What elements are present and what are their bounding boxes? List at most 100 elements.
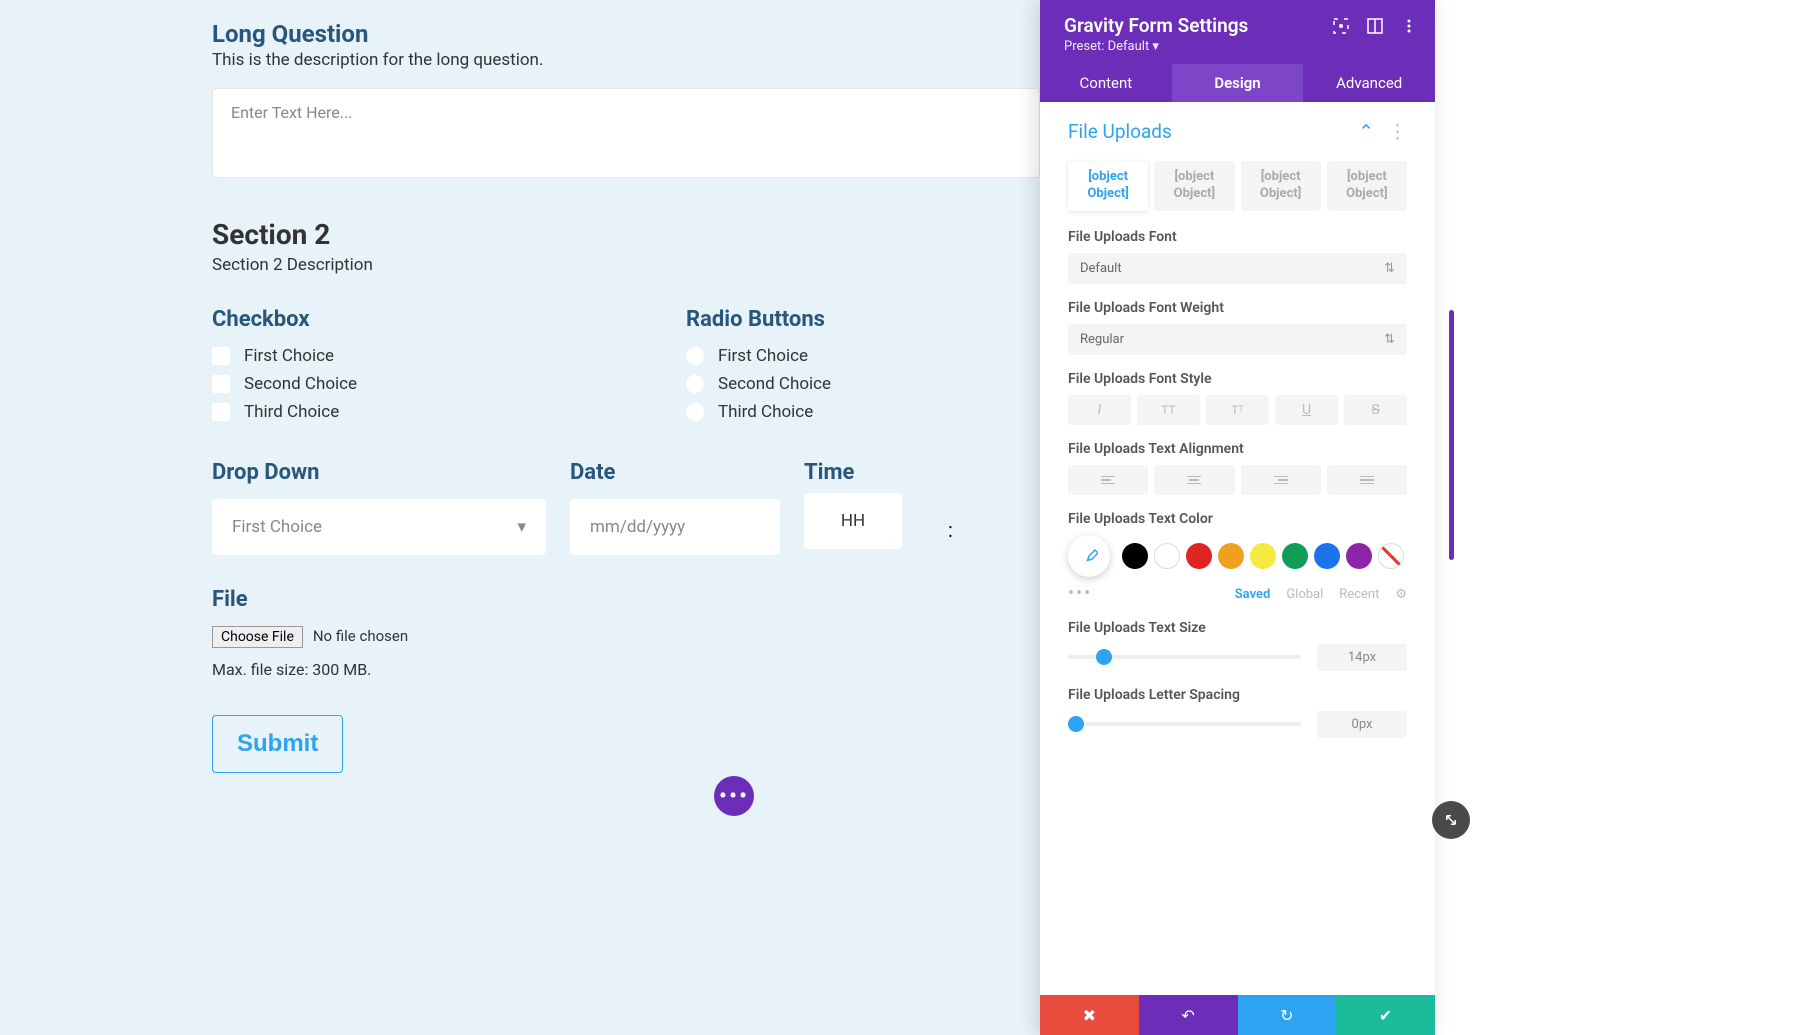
align-right-button[interactable] (1241, 465, 1321, 495)
obj-tab-1[interactable]: [object Object] (1154, 161, 1234, 211)
obj-tab-2[interactable]: [object Object] (1241, 161, 1321, 211)
tab-advanced[interactable]: Advanced (1303, 64, 1435, 102)
strikethrough-button[interactable]: S (1344, 395, 1407, 425)
swatch-purple[interactable] (1346, 543, 1372, 569)
swatch-green[interactable] (1282, 543, 1308, 569)
swatch-transparent[interactable] (1378, 543, 1404, 569)
radio-1[interactable] (686, 347, 704, 365)
color-picker-button[interactable] (1068, 535, 1110, 577)
swatch-white[interactable] (1154, 543, 1180, 569)
align-left-button[interactable] (1068, 465, 1148, 495)
long-question-desc: This is the description for the long que… (212, 50, 1040, 70)
letter-spacing-slider[interactable] (1068, 722, 1301, 726)
align-label: File Uploads Text Alignment (1068, 441, 1407, 457)
checkbox-3-label: Third Choice (244, 402, 339, 422)
select-arrow-icon: ⇅ (1384, 332, 1395, 347)
submit-button[interactable]: Submit (212, 715, 343, 773)
underline-button[interactable]: U (1275, 395, 1338, 425)
tab-content[interactable]: Content (1040, 64, 1172, 102)
more-dots-icon[interactable]: ••• (1068, 583, 1092, 604)
dropdown-value: First Choice (232, 517, 322, 537)
checkbox-2-label: Second Choice (244, 374, 357, 394)
resize-handle[interactable] (1432, 801, 1470, 839)
file-label: File (212, 587, 1040, 612)
weight-select[interactable]: Regular ⇅ (1068, 324, 1407, 355)
swatch-yellow[interactable] (1250, 543, 1276, 569)
swatch-orange[interactable] (1218, 543, 1244, 569)
align-justify-button[interactable] (1327, 465, 1407, 495)
redo-button[interactable]: ↻ (1238, 995, 1337, 1035)
checkbox-2[interactable] (212, 375, 230, 393)
checkbox-3[interactable] (212, 403, 230, 421)
file-hint: Max. file size: 300 MB. (212, 660, 1040, 679)
date-label: Date (570, 460, 780, 485)
long-question-title: Long Question (212, 20, 1040, 48)
select-arrow-icon: ⇅ (1384, 261, 1395, 276)
preset-selector[interactable]: Preset: Default ▾ (1064, 39, 1248, 54)
file-status: No file chosen (313, 627, 408, 645)
tab-design[interactable]: Design (1172, 64, 1304, 102)
font-label: File Uploads Font (1068, 229, 1407, 245)
panel-header: Gravity Form Settings Preset: Default ▾ (1040, 0, 1435, 64)
panel-body: File Uploads ⌃ ⋮ [object Object] [object… (1040, 102, 1435, 995)
size-label: File Uploads Text Size (1068, 620, 1407, 636)
time-separator: : (938, 518, 953, 542)
settings-panel: Gravity Form Settings Preset: Default ▾ … (1040, 0, 1435, 1035)
obj-tab-3[interactable]: [object Object] (1327, 161, 1407, 211)
swatch-tab-saved[interactable]: Saved (1235, 587, 1271, 602)
radio-2[interactable] (686, 375, 704, 393)
action-bar: ✖ ↶ ↻ ✔ (1040, 995, 1435, 1035)
style-label: File Uploads Font Style (1068, 371, 1407, 387)
radio-2-label: Second Choice (718, 374, 831, 394)
section-file-uploads[interactable]: File Uploads ⌃ ⋮ (1068, 120, 1407, 143)
weight-value: Regular (1080, 332, 1124, 347)
uppercase-button[interactable]: TT (1137, 395, 1200, 425)
radio-3[interactable] (686, 403, 704, 421)
more-icon[interactable] (1401, 18, 1417, 34)
gear-icon[interactable]: ⚙ (1395, 587, 1407, 602)
layout-icon[interactable] (1367, 18, 1383, 34)
choose-file-button[interactable]: Choose File (212, 626, 303, 648)
spacing-label: File Uploads Letter Spacing (1068, 687, 1407, 703)
section-2-title: Section 2 (212, 218, 1040, 251)
checkbox-1[interactable] (212, 347, 230, 365)
text-size-value[interactable]: 14px (1317, 644, 1407, 671)
swatch-black[interactable] (1122, 543, 1148, 569)
floating-action-button[interactable]: ••• (714, 776, 754, 816)
object-tabs: [object Object] [object Object] [object … (1068, 161, 1407, 211)
section-more-icon[interactable]: ⋮ (1388, 120, 1407, 143)
letter-spacing-value[interactable]: 0px (1317, 711, 1407, 738)
scrollbar-indicator[interactable] (1449, 310, 1454, 560)
font-select[interactable]: Default ⇅ (1068, 253, 1407, 284)
checkbox-1-label: First Choice (244, 346, 334, 366)
time-hh-input[interactable]: HH (804, 493, 902, 549)
panel-title: Gravity Form Settings (1064, 14, 1248, 37)
radio-3-label: Third Choice (718, 402, 813, 422)
background-right (1435, 0, 1800, 1035)
smallcaps-button[interactable]: TT (1206, 395, 1269, 425)
section-2-desc: Section 2 Description (212, 255, 1040, 275)
time-label: Time (804, 460, 914, 485)
confirm-button[interactable]: ✔ (1336, 995, 1435, 1035)
dropdown-select[interactable]: First Choice ▾ (212, 499, 546, 555)
align-center-button[interactable] (1154, 465, 1234, 495)
undo-button[interactable]: ↶ (1139, 995, 1238, 1035)
chevron-down-icon: ▾ (517, 517, 526, 537)
swatch-tab-recent[interactable]: Recent (1339, 587, 1379, 602)
chevron-up-icon[interactable]: ⌃ (1358, 120, 1374, 143)
font-value: Default (1080, 261, 1122, 276)
date-input[interactable]: mm/dd/yyyy (570, 499, 780, 555)
swatch-blue[interactable] (1314, 543, 1340, 569)
focus-icon[interactable] (1333, 18, 1349, 34)
long-question-input[interactable]: Enter Text Here... (212, 88, 1040, 178)
section-title: File Uploads (1068, 120, 1172, 143)
form-preview: Long Question This is the description fo… (0, 0, 1040, 1035)
swatch-tab-global[interactable]: Global (1286, 587, 1323, 602)
swatch-red[interactable] (1186, 543, 1212, 569)
obj-tab-0[interactable]: [object Object] (1068, 161, 1148, 211)
cancel-button[interactable]: ✖ (1040, 995, 1139, 1035)
text-size-slider[interactable] (1068, 655, 1301, 659)
color-label: File Uploads Text Color (1068, 511, 1407, 527)
radio-1-label: First Choice (718, 346, 808, 366)
italic-button[interactable]: I (1068, 395, 1131, 425)
